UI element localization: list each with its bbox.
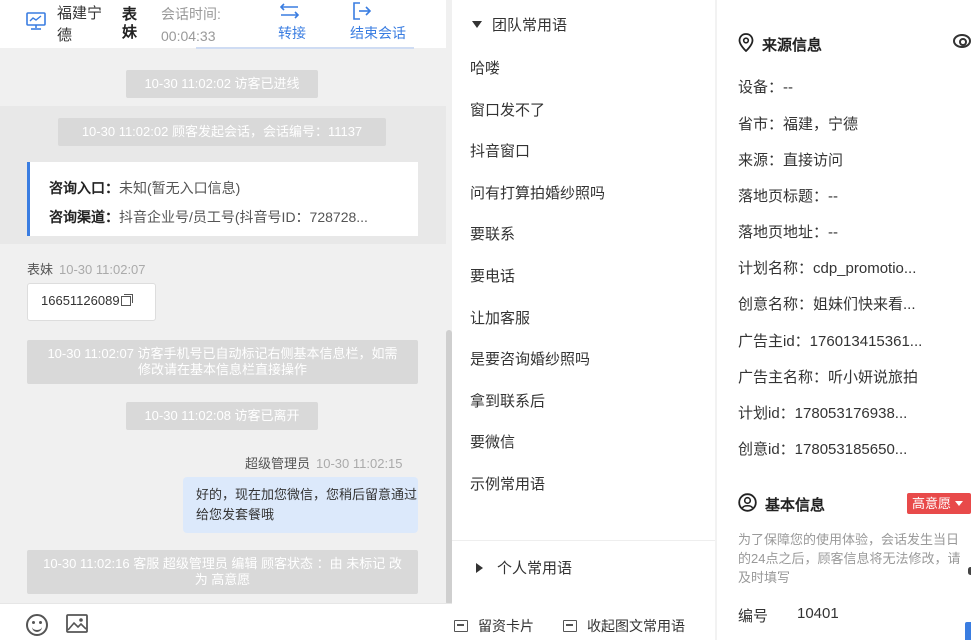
agent-name: 超级管理员 <box>245 456 311 471</box>
chat-toolbar <box>0 603 452 640</box>
intent-status-dropdown[interactable]: 高意愿 <box>907 493 971 514</box>
visitor-phone-message[interactable]: 16651126089 <box>27 283 156 321</box>
intent-status-label: 高意愿 <box>912 496 952 511</box>
visitor-sender: 表妹 10-30 11:02:07 <box>27 259 146 278</box>
phrase-item[interactable]: 要微信 <box>470 431 515 452</box>
end-session-button[interactable]: 结束会话 <box>350 2 406 44</box>
eye-icon[interactable] <box>953 34 971 48</box>
consult-entry-label: 咨询入口： <box>49 180 119 196</box>
emoji-icon[interactable] <box>26 614 48 636</box>
lead-card-label: 留资卡片 <box>478 618 534 634</box>
customer-id-label: 编号 <box>738 608 769 625</box>
info-pane: 来源信息 设备：-- 省市：福建，宁德 来源：直接访问 落地页标题：-- 落地页… <box>717 0 971 640</box>
source-field-plan-id: 计划id：178053176938... <box>738 405 908 422</box>
phrases-pane: 团队常用语 哈喽 窗口发不了 抖音窗口 问有打算拍婚纱照吗 要联系 要电话 让加… <box>452 0 715 640</box>
source-field-advertiser-name: 广告主名称：听小妍说旅拍 <box>738 369 919 386</box>
customer-nickname: 表妹 <box>122 6 138 41</box>
collapse-phrases-button[interactable]: 收起图文常用语 <box>563 616 685 636</box>
consult-entry-value: 未知(暂无入口信息) <box>119 180 241 196</box>
system-message-status-changed: 10-30 11:02:16 客服 超级管理员 编辑 顾客状态 ：由 未标记 改… <box>27 550 418 594</box>
visitor-name: 表妹 <box>27 262 54 277</box>
phrase-item[interactable]: 示例常用语 <box>470 473 545 494</box>
edit-notice: 为了保障您的使用体验，会话发生当日的24点之后，顾客信息将无法修改，请及时填写 <box>738 532 961 585</box>
system-message-left: 10-30 11:02:08 访客已离开 <box>126 402 318 430</box>
source-field-creative-name: 创意名称：姐妹们快来看... <box>738 296 916 313</box>
phrase-item[interactable]: 问有打算拍婚纱照吗 <box>470 182 605 203</box>
customer-name: 福建宁德 <box>57 5 103 44</box>
phrase-item[interactable]: 要联系 <box>470 223 515 244</box>
agent-message-bubble: 好的，现在加您微信，您稍后留意通过给您发套餐哦 <box>183 477 418 533</box>
customer-id-value: 10401 <box>797 605 839 622</box>
location-pin-icon <box>738 32 754 56</box>
consult-channel-value: 抖音企业号/员工号(抖音号ID：728728... <box>119 209 368 225</box>
team-phrases-title: 团队常用语 <box>492 17 568 34</box>
image-icon[interactable] <box>66 614 88 639</box>
session-time: 会话时间: 00:04:33 <box>161 3 221 47</box>
end-session-label: 结束会话 <box>350 25 406 41</box>
personal-phrases-title: 个人常用语 <box>497 560 573 577</box>
source-field-landing-url: 落地页地址：-- <box>738 224 838 241</box>
personal-phrases-group[interactable]: 个人常用语 <box>476 557 572 578</box>
system-message-entered: 10-30 11:02:02 访客已进线 <box>126 70 318 98</box>
phrase-item[interactable]: 哈喽 <box>470 57 500 78</box>
caret-down-icon <box>472 21 482 28</box>
phrase-item[interactable]: 让加客服 <box>470 307 530 328</box>
consult-channel-row: 咨询渠道：抖音企业号/员工号(抖音号ID：728728... <box>49 203 409 232</box>
phrases-toolbar: 留资卡片 收起图文常用语 <box>452 603 715 640</box>
session-time-value: 00:04:33 <box>161 28 216 44</box>
agent-time: 10-30 11:02:15 <box>316 456 403 471</box>
transfer-label: 转接 <box>278 25 306 41</box>
chat-header: 福建宁德 表妹 会话时间: 00:04:33 转接 结束会话 <box>0 0 446 49</box>
collapse-phrases-label: 收起图文常用语 <box>587 618 685 634</box>
card-icon <box>454 620 468 632</box>
phrase-item[interactable]: 抖音窗口 <box>470 140 530 161</box>
message-list[interactable]: 10-30 11:02:02 访客已进线 10-30 11:02:02 顾客发起… <box>0 48 446 603</box>
user-circle-icon <box>738 492 757 516</box>
edge-action-button[interactable] <box>965 622 971 640</box>
source-info-title: 来源信息 <box>738 32 823 58</box>
basic-info-title: 基本信息 <box>738 492 826 518</box>
transfer-button[interactable]: 转接 <box>278 2 306 44</box>
source-field-plan-name: 计划名称：cdp_promotio... <box>738 260 917 277</box>
phrase-item[interactable]: 拿到联系后 <box>470 390 545 411</box>
caret-right-icon <box>476 563 483 573</box>
source-field-landing-title: 落地页标题：-- <box>738 188 838 205</box>
source-field-creative-id: 创意id：178053185650... <box>738 441 908 458</box>
system-message-phone-marked: 10-30 11:02:07 访客手机号已自动标记右侧基本信息栏，如需修改请在基… <box>27 340 418 384</box>
basic-info-label: 基本信息 <box>765 497 826 514</box>
chat-pane: 福建宁德 表妹 会话时间: 00:04:33 转接 结束会话 10-30 11:… <box>0 0 452 640</box>
source-info-label: 来源信息 <box>762 37 823 54</box>
agent-sender: 超级管理员 10-30 11:02:15 <box>245 453 403 472</box>
phrase-item[interactable]: 是要咨询婚纱照吗 <box>470 348 590 369</box>
exit-icon <box>350 2 406 22</box>
system-message-started: 10-30 11:02:02 顾客发起会话，会话编号：11137 <box>58 118 386 146</box>
consult-channel-label: 咨询渠道： <box>49 209 119 225</box>
source-field-advertiser-id: 广告主id：176013415361... <box>738 333 923 350</box>
source-field-device: 设备：-- <box>738 79 793 96</box>
copy-icon[interactable] <box>120 294 133 306</box>
team-phrases-group[interactable]: 团队常用语 <box>472 14 567 35</box>
visitor-time: 10-30 11:02:07 <box>59 262 146 277</box>
lead-card-button[interactable]: 留资卡片 <box>454 616 534 636</box>
caret-down-icon <box>955 501 964 506</box>
phrase-item[interactable]: 要电话 <box>470 265 515 286</box>
monitor-icon <box>26 12 46 35</box>
consult-entry-row: 咨询入口：未知(暂无入口信息) <box>49 174 409 203</box>
message-icon <box>563 620 577 632</box>
session-time-label: 会话时间: <box>161 6 221 22</box>
source-field-region: 省市：福建，宁德 <box>738 116 859 133</box>
phrases-divider <box>452 540 715 541</box>
source-field-source: 来源：直接访问 <box>738 152 844 169</box>
transfer-icon <box>278 2 306 22</box>
phrase-item[interactable]: 窗口发不了 <box>470 99 545 120</box>
consult-info-card: 咨询入口：未知(暂无入口信息) 咨询渠道：抖音企业号/员工号(抖音号ID：728… <box>27 162 418 236</box>
visitor-phone: 16651126089 <box>41 293 120 308</box>
